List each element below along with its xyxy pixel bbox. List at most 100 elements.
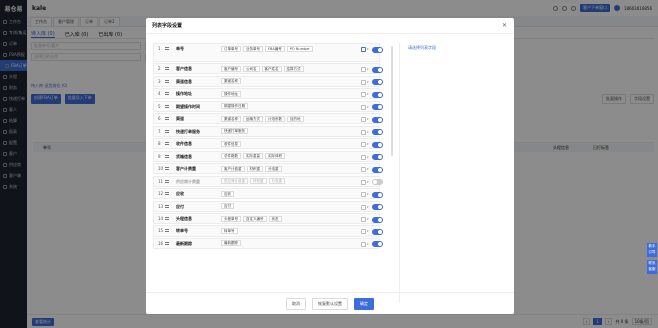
row-toggle[interactable]	[372, 228, 383, 235]
field-chip[interactable]: 客户编号	[221, 65, 241, 72]
drag-handle-icon[interactable]	[165, 204, 169, 208]
row-checkbox[interactable]	[361, 204, 366, 210]
drag-handle-icon[interactable]	[165, 229, 169, 233]
row-checkbox[interactable]	[361, 179, 366, 185]
field-chip[interactable]: 操作地址	[221, 90, 241, 97]
row-checkbox[interactable]	[361, 241, 366, 247]
drag-handle-icon[interactable]	[165, 192, 169, 196]
row-toggle[interactable]	[372, 241, 383, 248]
reset-default-button[interactable]: 恢复默认设置	[312, 297, 348, 310]
drag-handle-icon[interactable]	[165, 117, 169, 121]
row-checkbox[interactable]	[361, 47, 366, 52]
row-checkbox[interactable]	[361, 217, 366, 222]
chevron-down-icon[interactable]: ▾	[367, 180, 369, 184]
chevron-down-icon[interactable]: ▾	[367, 217, 369, 221]
field-chip[interactable]: 总件箱数	[221, 153, 241, 160]
drag-handle-icon[interactable]	[165, 104, 169, 108]
row-checkbox[interactable]	[361, 104, 366, 110]
row-toggle[interactable]	[372, 179, 383, 186]
row-toggle[interactable]	[372, 141, 383, 148]
field-chip[interactable]: 渠道名称	[221, 115, 241, 122]
chevron-down-icon[interactable]: ▾	[367, 47, 369, 51]
row-checkbox[interactable]	[361, 192, 366, 198]
row-checkbox[interactable]	[361, 79, 366, 85]
field-chip[interactable]: 结算方式	[283, 65, 304, 72]
field-chip[interactable]: 应收	[221, 190, 234, 197]
field-chip[interactable]: 材积重	[246, 165, 263, 172]
field-chip[interactable]: 自定义编号	[243, 215, 267, 222]
field-chip[interactable]: 最新跟踪	[221, 240, 241, 247]
row-toggle[interactable]	[372, 129, 383, 136]
guide-button[interactable]: 新手引导	[647, 243, 657, 257]
row-toggle[interactable]	[372, 154, 383, 161]
scrollbar[interactable]	[391, 46, 393, 156]
field-chip[interactable]: 运输方式	[243, 115, 263, 122]
field-chip[interactable]: 公司名	[243, 65, 260, 72]
field-chip[interactable]: 收件信息	[221, 140, 241, 147]
chevron-down-icon[interactable]: ▾	[367, 80, 369, 84]
row-checkbox[interactable]	[361, 142, 366, 148]
drag-handle-icon[interactable]	[165, 241, 169, 245]
chevron-down-icon[interactable]: ▾	[367, 105, 369, 109]
drag-handle-icon[interactable]	[165, 79, 169, 83]
chevron-down-icon[interactable]: ▾	[367, 142, 369, 146]
chevron-down-icon[interactable]: ▾	[367, 242, 369, 246]
chevron-down-icon[interactable]: ▾	[367, 92, 369, 96]
row-toggle[interactable]	[372, 191, 383, 198]
field-chip[interactable]: 实际体积	[265, 153, 285, 160]
field-chip[interactable]: 客户姓名	[261, 65, 282, 72]
field-chip[interactable]: 实际重量	[243, 153, 263, 160]
support-button[interactable]: 联系客服	[647, 260, 657, 274]
row-toggle[interactable]	[372, 104, 383, 111]
row-toggle[interactable]	[372, 66, 383, 73]
row-checkbox[interactable]	[361, 154, 366, 160]
chevron-down-icon[interactable]: ▾	[367, 167, 369, 171]
row-toggle[interactable]	[372, 91, 383, 98]
drag-handle-icon[interactable]	[165, 217, 169, 220]
row-toggle[interactable]	[372, 79, 383, 86]
chevron-down-icon[interactable]: ▾	[367, 192, 369, 196]
row-checkbox[interactable]	[361, 92, 366, 98]
drag-handle-icon[interactable]	[165, 179, 169, 183]
field-chip[interactable]: 渠道名称	[221, 78, 241, 85]
chevron-down-icon[interactable]: ▾	[367, 130, 369, 134]
chevron-down-icon[interactable]: ▾	[367, 229, 369, 233]
drag-handle-icon[interactable]	[165, 154, 169, 158]
row-toggle[interactable]	[372, 116, 383, 123]
field-chip[interactable]: 供应商计费重	[221, 178, 248, 185]
row-toggle[interactable]	[372, 204, 383, 211]
field-chip[interactable]: 状态	[268, 215, 282, 222]
field-chip[interactable]: 期望操作日期	[221, 103, 248, 110]
drag-handle-icon[interactable]	[165, 47, 169, 50]
drag-handle-icon[interactable]	[165, 67, 169, 71]
field-chip[interactable]: 订单单号	[221, 45, 241, 52]
row-checkbox[interactable]	[361, 67, 366, 73]
field-chip[interactable]: 头程单号	[221, 215, 241, 222]
field-chip[interactable]: 目的地	[287, 115, 304, 122]
field-chip[interactable]: 快递打单服务	[221, 128, 248, 135]
field-chip[interactable]: 分泡重	[265, 165, 282, 172]
chevron-down-icon[interactable]: ▾	[367, 155, 369, 159]
field-chip[interactable]: PO Number	[286, 45, 313, 52]
row-toggle[interactable]	[372, 216, 383, 223]
chevron-down-icon[interactable]: ▾	[367, 117, 369, 121]
row-checkbox[interactable]	[361, 229, 366, 235]
drag-handle-icon[interactable]	[165, 92, 169, 96]
row-toggle[interactable]	[372, 46, 383, 53]
field-chip[interactable]: 计泡系数	[265, 115, 285, 122]
field-chip[interactable]: 应付	[221, 203, 234, 210]
chevron-down-icon[interactable]: ▾	[367, 205, 369, 209]
drag-handle-icon[interactable]	[165, 167, 169, 171]
field-chip[interactable]: 业务单号	[243, 45, 263, 52]
field-chip[interactable]: 材积重	[250, 178, 267, 185]
field-chip[interactable]: 分泡重	[268, 178, 285, 185]
row-checkbox[interactable]	[361, 129, 366, 135]
confirm-button[interactable]: 确定	[354, 297, 374, 310]
drag-handle-icon[interactable]	[165, 129, 169, 133]
cancel-button[interactable]: 取消	[286, 297, 306, 310]
field-chip[interactable]: 客户计费重	[221, 165, 245, 172]
field-chip[interactable]: 转单号	[221, 227, 238, 234]
row-checkbox[interactable]	[361, 117, 366, 123]
drag-handle-icon[interactable]	[165, 142, 169, 146]
row-checkbox[interactable]	[361, 167, 366, 173]
